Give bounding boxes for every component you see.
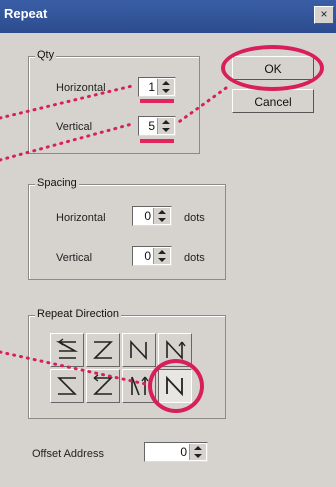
annotation-leaders <box>0 84 228 387</box>
leader-ok-to-vertical <box>174 86 228 126</box>
leader-to-horizontal <box>0 84 134 120</box>
repeat-dialog: Repeat × Qty Horizontal 1 Vertical 5 OK … <box>0 0 336 487</box>
leader-to-vertical <box>0 122 134 162</box>
leader-to-direction <box>0 350 152 387</box>
